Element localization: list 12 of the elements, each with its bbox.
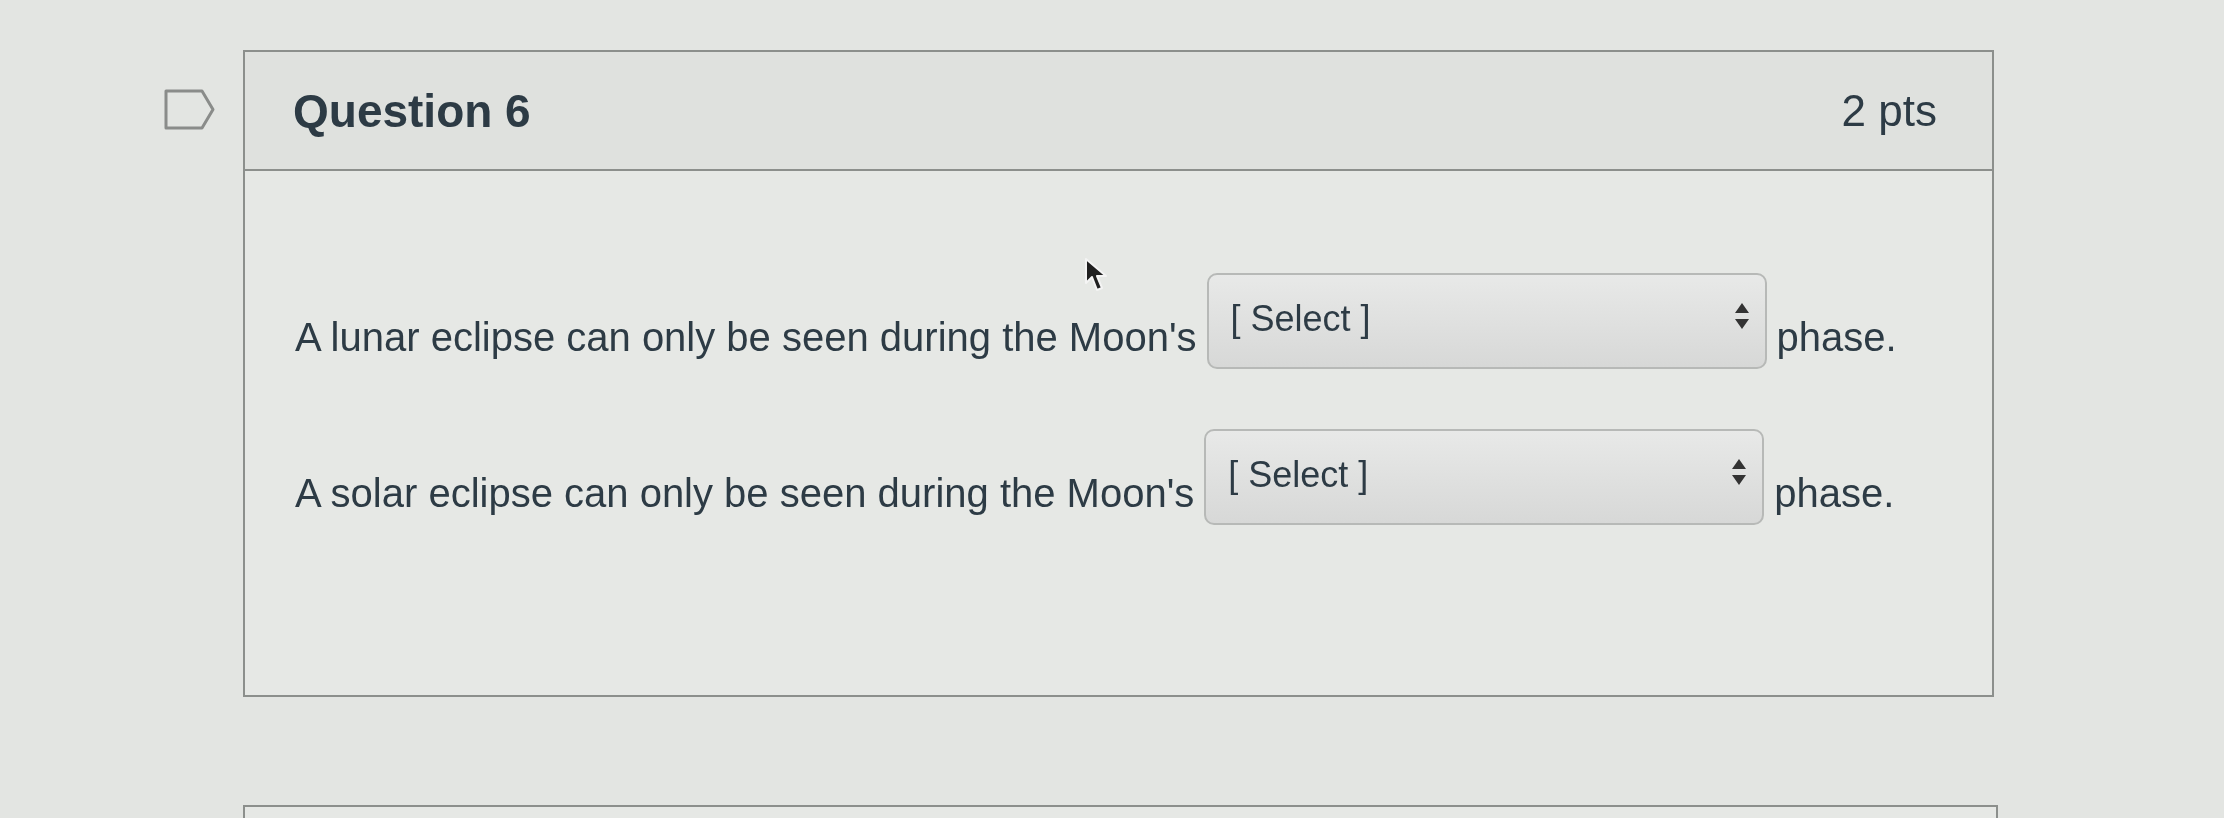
sort-arrows-icon	[1732, 459, 1747, 485]
flag-icon[interactable]	[164, 89, 215, 130]
sort-arrows-icon	[1734, 303, 1749, 329]
question-title: Question 6	[293, 83, 531, 138]
points-label: 2 pts	[1841, 85, 1937, 136]
dropdown-select[interactable]: [ Select ]	[1206, 273, 1767, 369]
question-text: A lunar eclipse can only be seen during the Moon's	[295, 314, 1197, 360]
mouse-cursor-icon	[1084, 257, 1108, 293]
question-text: phase.	[1774, 470, 1895, 516]
question-text: A solar eclipse can only be seen during the Moon's	[295, 470, 1195, 516]
question-text: phase.	[1776, 314, 1897, 360]
dropdown-select[interactable]: [ Select ]	[1204, 429, 1765, 525]
